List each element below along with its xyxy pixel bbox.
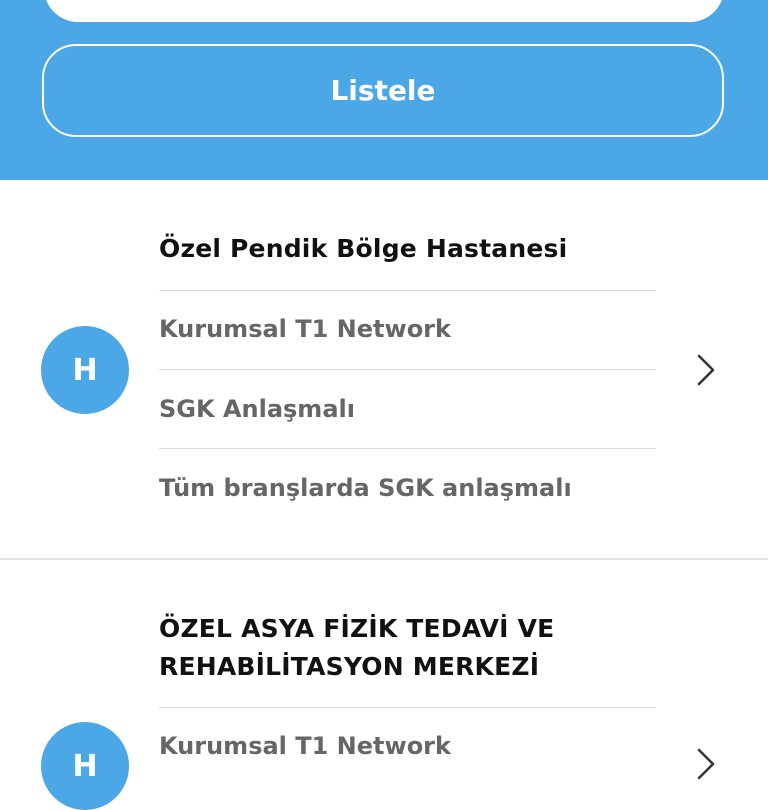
hospital-avatar: H	[41, 326, 129, 414]
divider	[159, 448, 656, 449]
hospital-list-item[interactable]: H Özel Pendik Bölge Hastanesi Kurumsal T…	[0, 182, 768, 560]
divider	[159, 707, 656, 708]
sgk-detail: Tüm branşlarda SGK anlaşmalı	[159, 474, 572, 502]
hospital-list-item[interactable]: ÖZEL ASYA FİZİK TEDAVİ VE REHABİLİTASYON…	[0, 560, 768, 810]
chevron-right-icon	[697, 748, 715, 780]
divider	[159, 369, 656, 370]
sgk-status: SGK Anlaşmalı	[159, 395, 355, 423]
list-button[interactable]: Listele	[42, 44, 724, 137]
hospital-avatar: H	[41, 722, 129, 810]
hospital-name: ÖZEL ASYA FİZİK TEDAVİ VE REHABİLİTASYON…	[159, 614, 555, 681]
chevron-right-icon	[697, 354, 715, 386]
hospital-name: Özel Pendik Bölge Hastanesi	[159, 234, 568, 263]
network-label: Kurumsal T1 Network	[159, 732, 451, 760]
network-label: Kurumsal T1 Network	[159, 315, 451, 343]
search-header: Listele	[0, 0, 768, 180]
divider	[159, 290, 656, 291]
search-field[interactable]	[44, 0, 724, 22]
